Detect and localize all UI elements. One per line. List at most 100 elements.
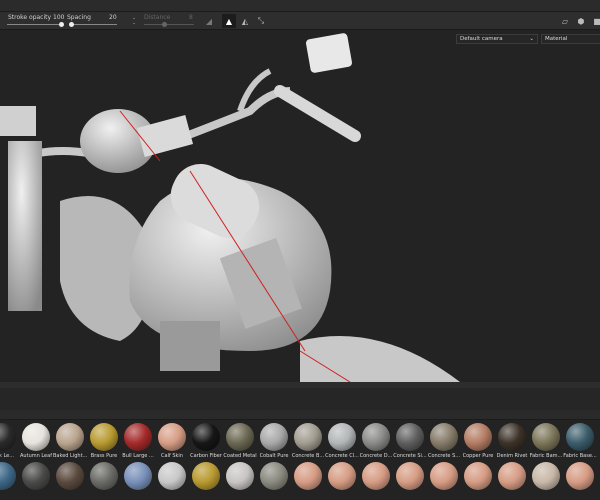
material-label: Calf Skin xyxy=(161,453,183,459)
material-preview-sphere xyxy=(158,462,186,490)
distance-value: 8 xyxy=(189,14,193,21)
material-item[interactable]: Concrete D... xyxy=(359,423,393,459)
material-preview-sphere xyxy=(464,423,492,451)
material-preview-sphere xyxy=(328,423,356,451)
material-item[interactable]: Concrete Cl... xyxy=(325,423,359,459)
material-item[interactable]: Fabric Base... xyxy=(563,423,597,459)
stroke-opacity-slider[interactable] xyxy=(7,24,62,25)
material-item[interactable] xyxy=(291,462,325,490)
spacing-knob[interactable] xyxy=(69,22,74,27)
material-item[interactable] xyxy=(359,462,393,490)
material-preview-sphere xyxy=(566,423,594,451)
material-item[interactable] xyxy=(325,462,359,490)
material-preview-sphere xyxy=(192,462,220,490)
material-label: Cobalt Pure xyxy=(259,453,289,459)
display-mode-value: Material xyxy=(545,36,568,42)
material-item[interactable]: Concrete B... xyxy=(291,423,325,459)
material-item[interactable]: Baked Light... xyxy=(53,423,87,459)
material-item[interactable] xyxy=(19,462,53,490)
material-preview-sphere xyxy=(498,423,526,451)
material-preview-sphere xyxy=(90,423,118,451)
shelf-filter-bar[interactable] xyxy=(0,410,600,420)
material-item[interactable] xyxy=(495,462,529,490)
backface-icon[interactable]: ◭ xyxy=(238,14,252,28)
material-label: Concrete S... xyxy=(427,453,461,459)
material-label: Dark Le... xyxy=(0,453,14,459)
material-preview-sphere xyxy=(430,423,458,451)
material-item[interactable] xyxy=(427,462,461,490)
material-item[interactable]: Concrete S... xyxy=(427,423,461,459)
material-item[interactable] xyxy=(189,462,223,490)
camera-select[interactable]: Default camera ⌄ xyxy=(456,34,538,44)
material-item[interactable]: Concrete Si... xyxy=(393,423,427,459)
material-item[interactable] xyxy=(257,462,291,490)
material-preview-sphere xyxy=(22,423,50,451)
material-item[interactable]: Coated Metal xyxy=(223,423,257,459)
stroke-opacity-label: Stroke opacity xyxy=(8,14,52,21)
material-item[interactable] xyxy=(0,462,19,490)
material-item[interactable]: Denim Rivet xyxy=(495,423,529,459)
stroke-opacity-knob[interactable] xyxy=(59,22,64,27)
material-label: Baked Light... xyxy=(53,453,87,459)
material-item[interactable] xyxy=(155,462,189,490)
spacing-value[interactable]: 20 xyxy=(109,14,117,21)
shelf-header xyxy=(0,388,600,410)
spacing-slider[interactable] xyxy=(69,24,117,25)
material-preview-sphere xyxy=(260,462,288,490)
material-preview-sphere xyxy=(56,462,84,490)
material-item[interactable] xyxy=(87,462,121,490)
material-label: Concrete Cl... xyxy=(325,453,359,459)
material-preview-sphere xyxy=(328,462,356,490)
material-preview-sphere xyxy=(294,423,322,451)
material-item[interactable] xyxy=(121,462,155,490)
material-label: Autumn Leaf xyxy=(20,453,52,459)
material-item[interactable]: Copper Pure xyxy=(461,423,495,459)
display-cube-icon[interactable]: ⬢ xyxy=(574,14,588,28)
material-item[interactable]: Carbon Fiber xyxy=(189,423,223,459)
material-item[interactable]: Calf Skin xyxy=(155,423,189,459)
material-item[interactable]: Cobalt Pure xyxy=(257,423,291,459)
material-item[interactable]: Brass Pure xyxy=(87,423,121,459)
lazy-mouse-icon[interactable]: ⁚ xyxy=(127,14,141,28)
material-label: Brass Pure xyxy=(90,453,118,459)
viewport-frame-icon[interactable]: ▱ xyxy=(558,14,572,28)
material-preview-sphere xyxy=(464,462,492,490)
material-preview-sphere xyxy=(294,462,322,490)
stroke-opacity-value[interactable]: 100 xyxy=(53,14,64,21)
material-item[interactable] xyxy=(53,462,87,490)
material-preview-sphere xyxy=(362,462,390,490)
material-shelf: Dark Le... Autumn LeafBaked Light...Brass… xyxy=(0,420,600,500)
material-item[interactable]: Fabric Bam... xyxy=(529,423,563,459)
material-label: Coated Metal xyxy=(223,453,257,459)
camera-icon[interactable]: ■ xyxy=(590,14,600,28)
material-preview-sphere xyxy=(260,423,288,451)
distance-slider xyxy=(144,24,194,25)
material-preview-sphere xyxy=(56,423,84,451)
material-item[interactable] xyxy=(529,462,563,490)
material-preview-sphere xyxy=(0,423,16,451)
material-item[interactable] xyxy=(461,462,495,490)
camera-select-value: Default camera xyxy=(460,36,503,42)
material-item[interactable]: Dark Le... xyxy=(0,423,19,459)
material-item[interactable]: Autumn Leaf xyxy=(19,423,53,459)
material-label: Carbon Fiber xyxy=(190,453,222,459)
3d-viewport[interactable]: Default camera ⌄ Material xyxy=(0,31,600,382)
transform-icon[interactable]: ⤡ xyxy=(254,14,268,28)
material-preview-sphere xyxy=(566,462,594,490)
material-item[interactable] xyxy=(563,462,597,490)
material-item[interactable] xyxy=(393,462,427,490)
display-mode-select[interactable]: Material xyxy=(541,34,600,44)
material-preview-sphere xyxy=(498,462,526,490)
symmetry-icon[interactable]: ▲ xyxy=(222,14,236,28)
material-preview-sphere xyxy=(158,423,186,451)
material-item[interactable] xyxy=(223,462,257,490)
material-label: Fabric Bam... xyxy=(529,453,563,459)
material-label: Fabric Base... xyxy=(563,453,597,459)
spacing-label: Spacing xyxy=(67,14,91,21)
material-preview-sphere xyxy=(532,423,560,451)
material-preview-sphere xyxy=(0,462,16,490)
material-preview-sphere xyxy=(90,462,118,490)
alignment-icon[interactable]: ◢ xyxy=(202,14,216,28)
material-item[interactable]: Bull Large ... xyxy=(121,423,155,459)
material-label: Copper Pure xyxy=(462,453,494,459)
